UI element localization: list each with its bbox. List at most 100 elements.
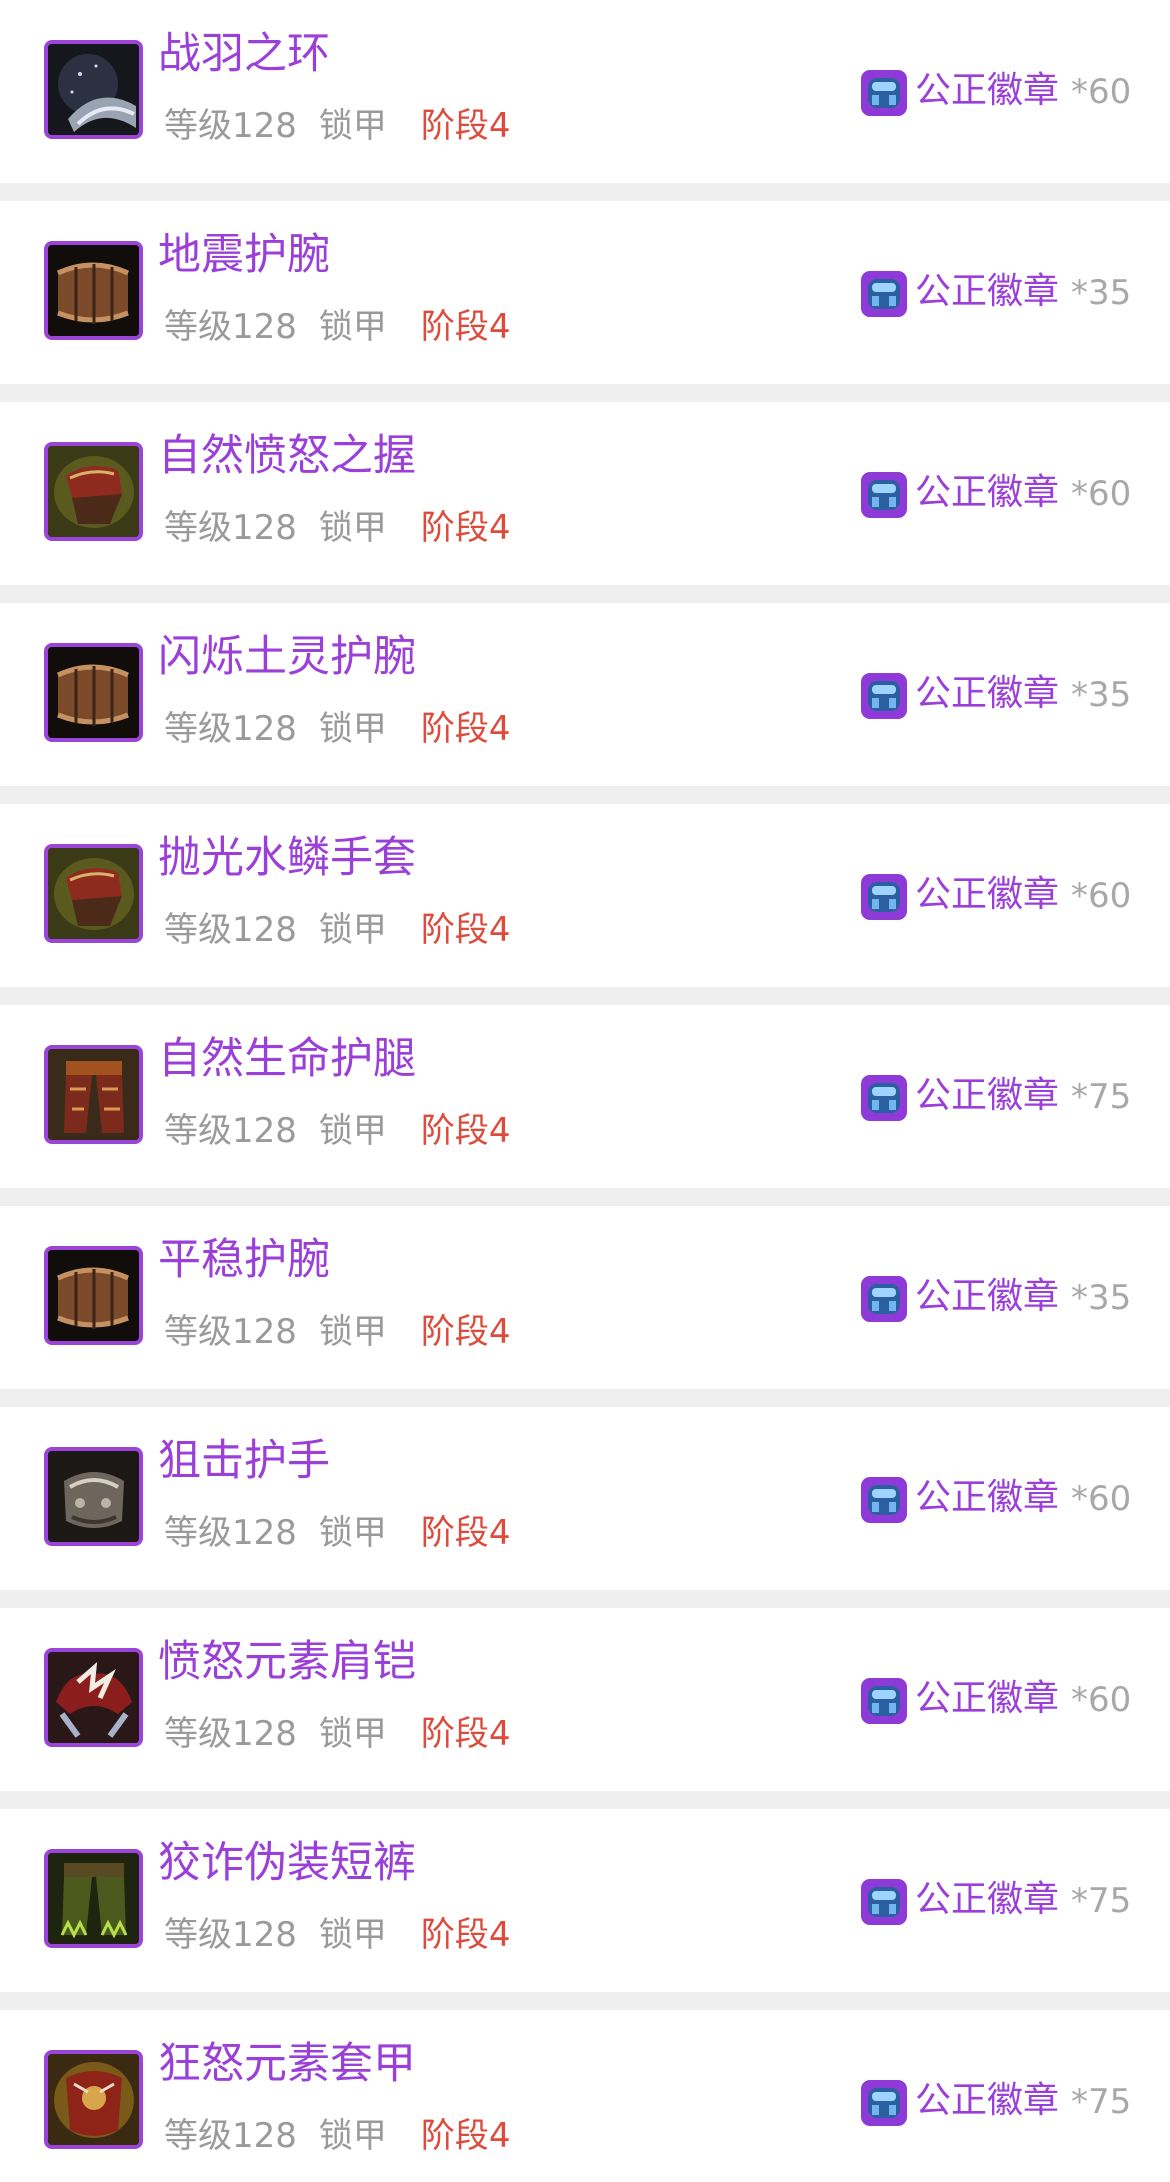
shoulder-armor-icon <box>44 1648 143 1747</box>
item-name: 狙击护手 <box>158 1436 330 1486</box>
item-armor-type: 锁甲 <box>318 1513 387 1553</box>
item-level: 等级128 <box>164 1312 297 1352</box>
item-meta: 等级128 锁甲 阶段4 <box>164 102 511 150</box>
list-item[interactable]: 狂怒元素套甲 等级128 锁甲 阶段4 公正徽章 *75 <box>0 2010 1170 2182</box>
shorts-icon <box>44 1849 143 1948</box>
item-stage: 阶段4 <box>420 106 511 146</box>
currency-name: 公正徽章 <box>915 874 1060 915</box>
item-price-amount: *60 <box>1071 1680 1132 1720</box>
list-item[interactable]: 愤怒元素肩铠 等级128 锁甲 阶段4 公正徽章 *60 <box>0 1608 1170 1791</box>
item-name: 地震护腕 <box>158 230 330 280</box>
leggings-icon <box>44 1045 143 1144</box>
item-stage: 阶段4 <box>420 508 511 548</box>
bracer-icon <box>44 643 143 742</box>
list-item[interactable]: 抛光水鳞手套 等级128 锁甲 阶段4 公正徽章 *60 <box>0 804 1170 987</box>
item-name: 自然生命护腿 <box>158 1034 416 1084</box>
item-name: 狡诈伪装短裤 <box>158 1838 416 1888</box>
item-meta: 等级128 锁甲 阶段4 <box>164 1308 511 1356</box>
item-stage: 阶段4 <box>420 709 511 749</box>
item-level: 等级128 <box>164 1513 297 1553</box>
currency-name: 公正徽章 <box>915 472 1060 513</box>
item-level: 等级128 <box>164 307 297 347</box>
currency-name: 公正徽章 <box>915 1678 1060 1719</box>
item-level: 等级128 <box>164 910 297 950</box>
currency-name: 公正徽章 <box>915 70 1060 111</box>
item-stage: 阶段4 <box>420 1111 511 1151</box>
item-list: 战羽之环 等级128 锁甲 阶段4 公正徽章 *60 地震护腕 等级128 锁甲… <box>0 0 1170 2182</box>
item-level: 等级128 <box>164 508 297 548</box>
justice-badge-icon <box>861 70 907 116</box>
justice-badge-icon <box>861 1477 907 1523</box>
item-armor-type: 锁甲 <box>318 1312 387 1352</box>
ring-icon <box>44 40 143 139</box>
bracer-icon <box>44 241 143 340</box>
item-level: 等级128 <box>164 1111 297 1151</box>
chest-armor-icon <box>44 2050 143 2149</box>
item-stage: 阶段4 <box>420 307 511 347</box>
item-armor-type: 锁甲 <box>318 307 387 347</box>
item-name: 闪烁土灵护腕 <box>158 632 416 682</box>
gauntlet-icon <box>44 442 143 541</box>
item-meta: 等级128 锁甲 阶段4 <box>164 1509 511 1557</box>
list-item[interactable]: 闪烁土灵护腕 等级128 锁甲 阶段4 公正徽章 *35 <box>0 603 1170 786</box>
item-price-amount: *60 <box>1071 1479 1132 1519</box>
item-meta: 等级128 锁甲 阶段4 <box>164 1107 511 1155</box>
justice-badge-icon <box>861 1075 907 1121</box>
currency-name: 公正徽章 <box>915 1477 1060 1518</box>
item-armor-type: 锁甲 <box>318 1714 387 1754</box>
item-level: 等级128 <box>164 709 297 749</box>
item-name: 平稳护腕 <box>158 1235 330 1285</box>
justice-badge-icon <box>861 2080 907 2126</box>
justice-badge-icon <box>861 472 907 518</box>
bracer-icon <box>44 1246 143 1345</box>
item-price-amount: *35 <box>1071 675 1132 715</box>
item-level: 等级128 <box>164 1915 297 1955</box>
item-stage: 阶段4 <box>420 1714 511 1754</box>
item-armor-type: 锁甲 <box>318 106 387 146</box>
currency-name: 公正徽章 <box>915 1075 1060 1116</box>
item-meta: 等级128 锁甲 阶段4 <box>164 705 511 753</box>
list-item[interactable]: 地震护腕 等级128 锁甲 阶段4 公正徽章 *35 <box>0 201 1170 384</box>
item-name: 自然愤怒之握 <box>158 431 416 481</box>
currency-name: 公正徽章 <box>915 673 1060 714</box>
item-price-amount: *60 <box>1071 474 1132 514</box>
item-meta: 等级128 锁甲 阶段4 <box>164 303 511 351</box>
list-item[interactable]: 狡诈伪装短裤 等级128 锁甲 阶段4 公正徽章 *75 <box>0 1809 1170 1992</box>
item-name: 战羽之环 <box>158 29 330 79</box>
justice-badge-icon <box>861 1678 907 1724</box>
item-level: 等级128 <box>164 2116 297 2156</box>
item-price-amount: *60 <box>1071 876 1132 916</box>
item-armor-type: 锁甲 <box>318 2116 387 2156</box>
justice-badge-icon <box>861 1879 907 1925</box>
metal-gauntlet-icon <box>44 1447 143 1546</box>
list-item[interactable]: 自然愤怒之握 等级128 锁甲 阶段4 公正徽章 *60 <box>0 402 1170 585</box>
item-meta: 等级128 锁甲 阶段4 <box>164 1710 511 1758</box>
list-item[interactable]: 战羽之环 等级128 锁甲 阶段4 公正徽章 *60 <box>0 0 1170 183</box>
item-price-amount: *35 <box>1071 273 1132 313</box>
item-armor-type: 锁甲 <box>318 709 387 749</box>
item-level: 等级128 <box>164 106 297 146</box>
list-item[interactable]: 自然生命护腿 等级128 锁甲 阶段4 公正徽章 *75 <box>0 1005 1170 1188</box>
item-level: 等级128 <box>164 1714 297 1754</box>
justice-badge-icon <box>861 1276 907 1322</box>
currency-name: 公正徽章 <box>915 1879 1060 1920</box>
item-armor-type: 锁甲 <box>318 508 387 548</box>
justice-badge-icon <box>861 673 907 719</box>
item-stage: 阶段4 <box>420 910 511 950</box>
item-stage: 阶段4 <box>420 1915 511 1955</box>
item-price-amount: *75 <box>1071 2082 1132 2122</box>
item-stage: 阶段4 <box>420 1513 511 1553</box>
currency-name: 公正徽章 <box>915 271 1060 312</box>
list-item[interactable]: 狙击护手 等级128 锁甲 阶段4 公正徽章 *60 <box>0 1407 1170 1590</box>
item-stage: 阶段4 <box>420 2116 511 2156</box>
item-meta: 等级128 锁甲 阶段4 <box>164 2112 511 2160</box>
item-meta: 等级128 锁甲 阶段4 <box>164 504 511 552</box>
item-price-amount: *75 <box>1071 1881 1132 1921</box>
item-armor-type: 锁甲 <box>318 1111 387 1151</box>
item-stage: 阶段4 <box>420 1312 511 1352</box>
justice-badge-icon <box>861 271 907 317</box>
list-item[interactable]: 平稳护腕 等级128 锁甲 阶段4 公正徽章 *35 <box>0 1206 1170 1389</box>
item-name: 抛光水鳞手套 <box>158 833 416 883</box>
item-armor-type: 锁甲 <box>318 910 387 950</box>
item-meta: 等级128 锁甲 阶段4 <box>164 1911 511 1959</box>
